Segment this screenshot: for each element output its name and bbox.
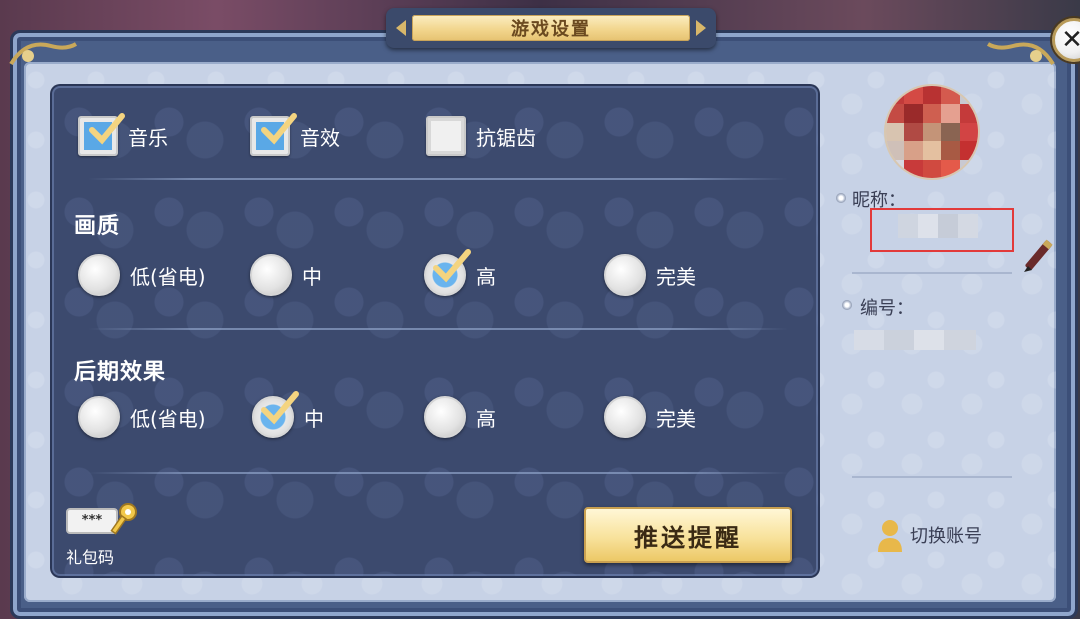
corner-ornament-left-icon (6, 34, 86, 74)
quality-perfect-option[interactable]: 完美 (604, 254, 696, 296)
quality-mid-option[interactable]: 中 (250, 254, 322, 296)
postfx-low-option[interactable]: 低(省电) (78, 396, 206, 438)
sfx-option[interactable]: 音效 (250, 113, 340, 156)
section-divider (88, 178, 788, 180)
quality-mid-label: 中 (302, 264, 322, 289)
postfx-perfect-radio[interactable] (604, 396, 646, 438)
postfx-mid-label: 中 (304, 406, 324, 431)
postfx-low-radio[interactable] (78, 396, 120, 438)
title-right-ornament-icon (696, 20, 706, 36)
music-option[interactable]: 音乐 (78, 113, 168, 156)
window-title: 游戏设置 (412, 15, 690, 41)
key-icon (110, 503, 137, 535)
nickname-highlight-box (870, 208, 1014, 252)
checkmark-icon (89, 113, 125, 145)
music-checkbox[interactable] (78, 113, 125, 156)
postfx-perfect-label: 完美 (656, 406, 696, 431)
quality-high-label: 高 (476, 264, 496, 289)
section-divider (88, 328, 788, 330)
postfx-perfect-option[interactable]: 完美 (604, 396, 696, 438)
checkmark-icon (261, 391, 299, 425)
id-bullet-icon (842, 300, 852, 310)
postfx-high-option[interactable]: 高 (424, 396, 496, 438)
close-icon: ✕ (1061, 25, 1080, 55)
title-plaque: 游戏设置 (386, 8, 716, 48)
quality-high-option[interactable]: 高 (424, 249, 496, 296)
postfx-high-radio[interactable] (424, 396, 466, 438)
quality-low-radio[interactable] (78, 254, 120, 296)
music-label: 音乐 (128, 125, 168, 150)
postfx-mid-option[interactable]: 中 (252, 391, 324, 438)
switch-account-label: 切换账号 (910, 526, 982, 547)
sfx-label: 音效 (300, 125, 340, 150)
antialias-label: 抗锯齿 (476, 125, 536, 150)
user-icon (878, 520, 902, 552)
corner-ornament-right-icon (978, 34, 1058, 74)
quality-high-radio[interactable] (424, 249, 471, 296)
switch-account-button[interactable]: 切换账号 (876, 518, 982, 552)
checkmark-icon (261, 113, 297, 145)
id-value (854, 330, 976, 350)
checkmark-icon (433, 249, 471, 283)
avatar[interactable] (886, 86, 978, 178)
quality-perfect-label: 完美 (656, 264, 696, 289)
id-label: 编号： (860, 298, 914, 319)
title-left-ornament-icon (396, 20, 406, 36)
edit-pen-icon[interactable] (1018, 236, 1058, 276)
push-reminder-button[interactable]: 推送提醒 (584, 507, 792, 563)
settings-panel: 音乐 音效 抗锯齿 画质 低(省电) 中 高 完美 后期效果 低(省电) 中 高… (52, 86, 818, 576)
postfx-low-label: 低(省电) (130, 406, 206, 431)
quality-low-label: 低(省电) (130, 264, 206, 289)
profile-divider (852, 476, 1012, 478)
nickname-bullet-icon (836, 193, 846, 203)
quality-section-title: 画质 (74, 214, 121, 239)
sfx-checkbox[interactable] (250, 113, 297, 156)
quality-low-option[interactable]: 低(省电) (78, 254, 206, 296)
gift-code-button[interactable]: *** 礼包码 (62, 502, 142, 567)
postfx-section-title: 后期效果 (74, 360, 167, 385)
profile-divider (852, 272, 1012, 274)
section-divider (88, 472, 788, 474)
postfx-high-label: 高 (476, 406, 496, 431)
antialias-checkbox[interactable] (426, 116, 466, 156)
quality-mid-radio[interactable] (250, 254, 292, 296)
antialias-option[interactable]: 抗锯齿 (426, 116, 536, 156)
postfx-mid-radio[interactable] (252, 391, 299, 438)
gift-code-label: 礼包码 (66, 548, 115, 567)
quality-perfect-radio[interactable] (604, 254, 646, 296)
